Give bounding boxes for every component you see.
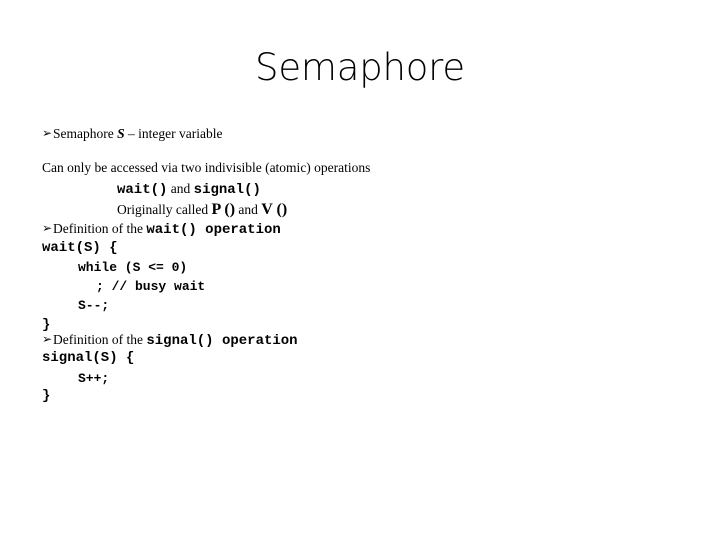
arrowhead-bullet-icon: ➢ <box>42 126 53 140</box>
accessed-description: Can only be accessed via two indivisible… <box>42 160 371 175</box>
signal-operation-label: signal() <box>193 182 261 198</box>
bullet-definition-signal: ➢Definition of the signal() operation <box>42 332 298 349</box>
operations-conjunction: and <box>167 181 194 196</box>
definition-wait-lead: Definition of the <box>53 221 147 236</box>
arrowhead-bullet-icon: ➢ <box>42 221 53 235</box>
code-line-signal-signature: signal(S) { <box>42 350 135 366</box>
originally-called-line: Originally called P () and V () <box>117 201 287 219</box>
slide-canvas: Semaphore ➢Semaphore S – integer variabl… <box>0 0 720 540</box>
code-line-s-increment: S++; <box>78 371 110 386</box>
code-line-wait-signature: wait(S) { <box>42 240 118 256</box>
semaphore-variable: S <box>117 126 125 141</box>
definition-signal-lead: Definition of the <box>53 332 147 347</box>
originally-conjunction: and <box>235 202 262 217</box>
code-line-while: while (S <= 0) <box>78 260 188 275</box>
definition-signal-code: signal() operation <box>146 333 298 349</box>
semaphore-def-lead: Semaphore <box>53 126 118 141</box>
operations-line: wait() and signal() <box>117 180 261 198</box>
p-operation-label: P () <box>211 201 236 218</box>
wait-operation-label: wait() <box>117 182 168 198</box>
originally-lead: Originally called <box>117 202 212 217</box>
definition-wait-code: wait() operation <box>146 222 281 238</box>
code-line-signal-close-brace: } <box>42 388 51 404</box>
arrowhead-bullet-icon: ➢ <box>42 332 53 346</box>
code-line-wait-close-brace: } <box>42 317 51 333</box>
page-title: Semaphore <box>255 46 465 89</box>
code-line-s-decrement: S--; <box>78 298 110 313</box>
semaphore-def-tail: – integer variable <box>124 126 223 141</box>
code-line-busy-wait: ; // busy wait <box>96 279 206 294</box>
bullet-definition-wait: ➢Definition of the wait() operation <box>42 221 281 238</box>
bullet-semaphore-definition: ➢Semaphore S – integer variable <box>42 126 222 142</box>
v-operation-label: V () <box>261 201 288 218</box>
